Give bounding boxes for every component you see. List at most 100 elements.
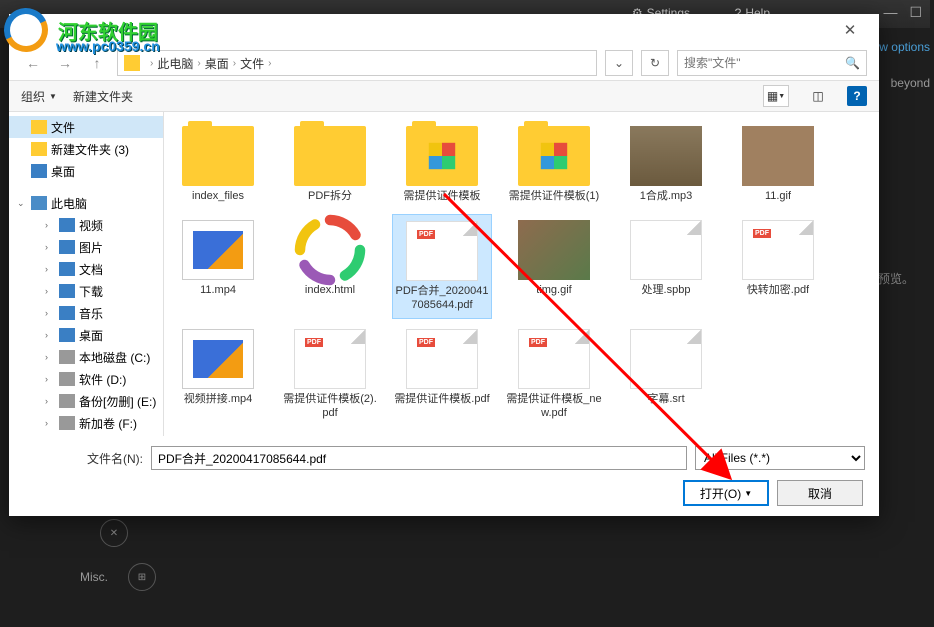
file-name-label: 11.gif [765, 190, 791, 204]
sidebar-this-pc[interactable]: ⌄此电脑 [9, 192, 163, 214]
file-name-label: 1合成.mp3 [640, 190, 693, 204]
help-button[interactable]: ? [847, 86, 867, 106]
disk-icon [59, 394, 75, 408]
file-name-label: 需提供证件模板 [404, 190, 481, 204]
close-icon[interactable]: ✕ [831, 16, 869, 44]
watermark-logo-icon [0, 4, 52, 56]
chevron-down-icon: ▼ [744, 489, 752, 498]
folder-icon [31, 142, 47, 156]
search-box[interactable]: 🔍 [677, 50, 867, 76]
file-item[interactable]: 视频拼接.mp4 [168, 323, 268, 427]
filename-input[interactable] [151, 446, 687, 470]
pdf-icon: PDF [742, 220, 814, 280]
video-icon [182, 220, 254, 280]
collapse-icon[interactable]: ⌄ [17, 198, 27, 209]
file-name-label: 需提供证件模板(2).pdf [282, 393, 378, 421]
file-item[interactable]: index_files [168, 120, 268, 210]
file-item[interactable]: PDF 快转加密.pdf [728, 214, 828, 320]
file-name-label: 视频拼接.mp4 [184, 393, 252, 407]
file-item[interactable]: PDF需提供证件模板_new.pdf [504, 323, 604, 427]
file-item[interactable]: PDF需提供证件模板(2).pdf [280, 323, 380, 427]
breadcrumb-segment[interactable]: 桌面 [205, 55, 229, 72]
file-icon [630, 220, 702, 280]
sidebar-item-documents[interactable]: ›文档 [9, 258, 163, 280]
preview-pane-button[interactable]: ◫ [805, 85, 831, 107]
sidebar-item-music[interactable]: ›音乐 [9, 302, 163, 324]
breadcrumb-dropdown[interactable]: ⌄ [605, 50, 633, 76]
organize-menu[interactable]: 组织▼ [21, 88, 57, 105]
pictures-icon [59, 240, 75, 254]
sidebar-item-newfolder3[interactable]: 新建文件夹 (3) [9, 138, 163, 160]
sidebar-item-disk-d[interactable]: ›软件 (D:) [9, 368, 163, 390]
sidebar-item-disk-c[interactable]: ›本地磁盘 (C:) [9, 346, 163, 368]
search-icon[interactable]: 🔍 [845, 56, 860, 70]
sidebar-item-videos[interactable]: ›视频 [9, 214, 163, 236]
file-item[interactable]: 字幕.srt [616, 323, 716, 427]
options-link[interactable]: w options [879, 40, 930, 54]
file-item[interactable]: timg.gif [504, 214, 604, 320]
watermark-url: www.pc0359.cn [56, 38, 160, 54]
file-item[interactable]: 处理.spbp [616, 214, 716, 320]
folder-icon [31, 120, 47, 134]
video-icon [59, 218, 75, 232]
file-item[interactable]: 11.mp4 [168, 214, 268, 320]
sidebar-item-files[interactable]: 文件 [9, 116, 163, 138]
maximize-icon[interactable]: ☐ [909, 4, 922, 21]
refresh-button[interactable]: ↻ [641, 50, 669, 76]
file-name-label: 需提供证件模板(1) [509, 190, 599, 204]
sidebar-item-pictures[interactable]: ›图片 [9, 236, 163, 258]
search-input[interactable] [684, 56, 845, 70]
folder-icon [124, 55, 140, 71]
file-name-label: 快转加密.pdf [747, 284, 809, 298]
open-button[interactable]: 打开(O)▼ [683, 480, 769, 506]
folder-tree[interactable]: 文件 新建文件夹 (3) 桌面 ⌄此电脑 ›视频 ›图片 ›文档 ›下载 ›音乐… [9, 112, 164, 436]
disk-icon [59, 372, 75, 386]
folder-icon [406, 126, 478, 186]
file-item[interactable]: PDFPDF合并_20200417085644.pdf [392, 214, 492, 320]
beyond-text: beyond [891, 76, 930, 90]
file-name-label: PDF合并_20200417085644.pdf [395, 285, 489, 313]
breadcrumb-segment[interactable]: 此电脑 [157, 55, 193, 72]
watermark: 河东软件园 www.pc0359.cn [0, 4, 158, 56]
folder-icon [182, 126, 254, 186]
tool-circle-1[interactable]: ✕ [100, 519, 128, 547]
file-name-label: 11.mp4 [200, 284, 236, 298]
misc-label: Misc. [80, 570, 108, 584]
sidebar-item-disk-f[interactable]: ›新加卷 (F:) [9, 412, 163, 434]
chevron-down-icon: ▼ [49, 92, 57, 101]
file-item[interactable]: 11.gif [728, 120, 828, 210]
folder-icon [294, 126, 366, 186]
file-item[interactable]: 需提供证件模板 [392, 120, 492, 210]
minimize-icon[interactable]: — [883, 4, 897, 21]
cancel-button[interactable]: 取消 [777, 480, 863, 506]
desktop-icon [31, 164, 47, 178]
music-icon [59, 306, 75, 320]
file-item[interactable]: PDF需提供证件模板.pdf [392, 323, 492, 427]
sidebar-item-disk-e[interactable]: ›备份[勿删] (E:) [9, 390, 163, 412]
view-mode-button[interactable]: ▦ ▼ [763, 85, 789, 107]
dialog-toolbar: 组织▼ 新建文件夹 ▦ ▼ ◫ ? [9, 80, 879, 112]
sidebar-item-desktop[interactable]: 桌面 [9, 160, 163, 182]
disk-icon [59, 416, 75, 430]
file-item[interactable]: PDF拆分 [280, 120, 380, 210]
file-name-label: 字幕.srt [647, 393, 684, 407]
folder-icon [518, 126, 590, 186]
tool-circle-2[interactable]: ⊞ [128, 563, 156, 591]
file-open-dialog: ✕ ← → ↑ › 此电脑 › 桌面 › 文件 › ⌄ ↻ 🔍 组织▼ 新建文件… [9, 14, 879, 516]
file-item[interactable]: 1合成.mp3 [616, 120, 716, 210]
file-item[interactable]: index.html [280, 214, 380, 320]
new-folder-button[interactable]: 新建文件夹 [73, 88, 133, 105]
file-item[interactable]: 需提供证件模板(1) [504, 120, 604, 210]
file-list[interactable]: index_filesPDF拆分需提供证件模板 需提供证件模板(1) 1合成.mp3… [164, 112, 879, 436]
sidebar-item-desktop2[interactable]: ›桌面 [9, 324, 163, 346]
html-icon [294, 220, 366, 280]
video-icon [182, 329, 254, 389]
sidebar-item-downloads[interactable]: ›下载 [9, 280, 163, 302]
pdf-icon: PDF [406, 329, 478, 389]
breadcrumb[interactable]: › 此电脑 › 桌面 › 文件 › [117, 50, 597, 76]
documents-icon [59, 262, 75, 276]
breadcrumb-segment[interactable]: 文件 [240, 55, 264, 72]
file-type-filter[interactable]: All Files (*.*) [695, 446, 865, 470]
file-icon [630, 329, 702, 389]
image-icon [518, 220, 590, 280]
